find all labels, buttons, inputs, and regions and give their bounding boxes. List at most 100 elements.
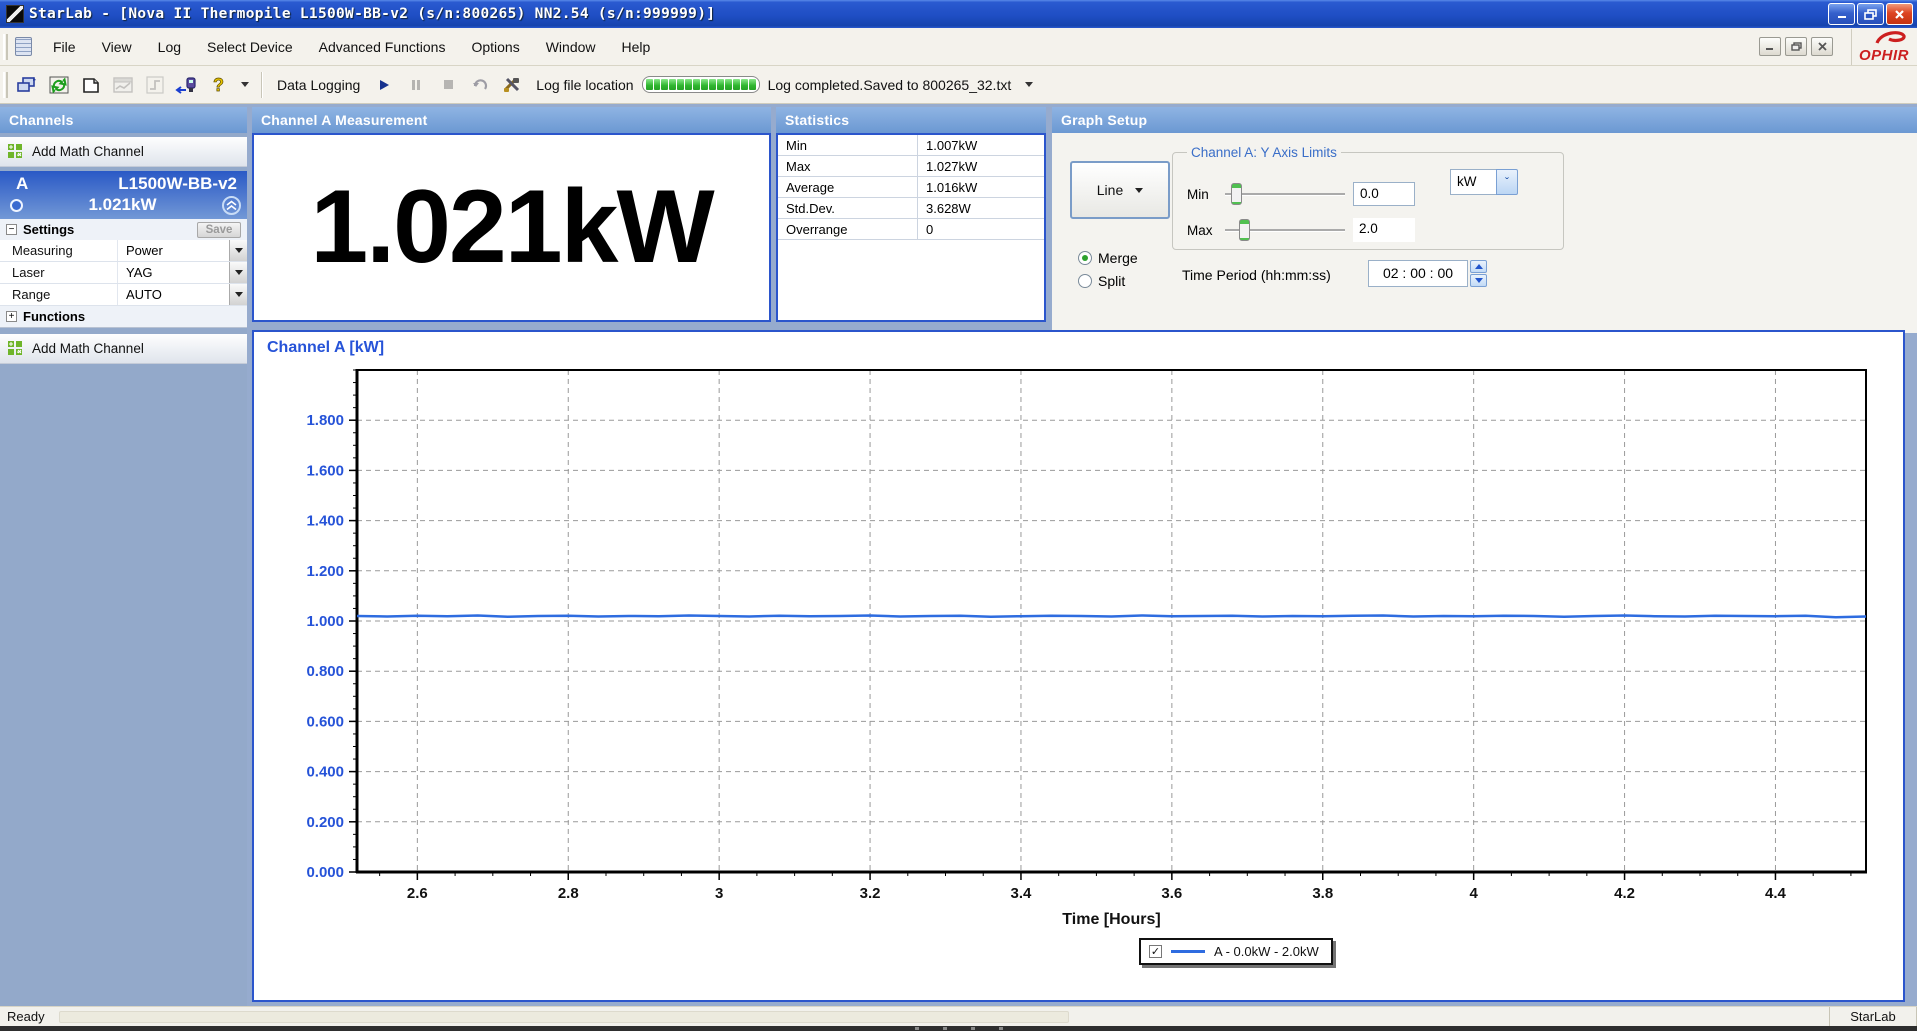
- refresh-icon[interactable]: [44, 71, 74, 99]
- measurement-panel: Channel A Measurement 1.021kW: [252, 107, 771, 322]
- y-axis-limits-fieldset: Channel A: Y Axis Limits Min 0.0 Max 2.0: [1172, 145, 1564, 250]
- menu-select-device[interactable]: Select Device: [194, 34, 306, 60]
- log-play-icon[interactable]: [369, 71, 399, 99]
- channels-panel: Channels Add Math Channel A L1500W-BB-v2…: [0, 107, 247, 1006]
- menu-help[interactable]: Help: [609, 34, 664, 60]
- menubar-grip: [3, 33, 8, 60]
- log-settings-icon[interactable]: [497, 71, 527, 99]
- close-button[interactable]: [1886, 3, 1913, 25]
- svg-text:0.200: 0.200: [306, 814, 344, 831]
- log-progress-bar: [641, 76, 760, 93]
- svg-text:0.000: 0.000: [306, 864, 344, 881]
- menu-advanced-functions[interactable]: Advanced Functions: [306, 34, 459, 60]
- ophir-swoosh-icon: [1875, 30, 1906, 44]
- connect-device-icon[interactable]: [172, 71, 202, 99]
- toolbar-separator: [261, 71, 263, 98]
- status-bar: Ready StarLab: [0, 1006, 1917, 1027]
- log-pause-icon[interactable]: [401, 71, 431, 99]
- status-groove: [58, 1010, 1069, 1023]
- add-math-channel-button-2[interactable]: Add Math Channel: [0, 334, 247, 364]
- time-period-spinner[interactable]: [1470, 260, 1487, 287]
- legend-label: A - 0.0kW - 2.0kW: [1214, 944, 1319, 959]
- svg-text:4.4: 4.4: [1765, 885, 1787, 902]
- functions-title: Functions: [23, 309, 86, 324]
- log-stop-icon[interactable]: [433, 71, 463, 99]
- add-math-channel-button[interactable]: Add Math Channel: [0, 137, 247, 167]
- add-math-channel-label: Add Math Channel: [32, 144, 144, 159]
- help-icon[interactable]: ?: [204, 71, 234, 99]
- unit-select-value[interactable]: kW: [1450, 169, 1496, 195]
- measuring-dropdown-button[interactable]: [229, 240, 247, 261]
- y-max-input[interactable]: 2.0: [1353, 218, 1415, 242]
- channel-select-radio[interactable]: [10, 198, 23, 212]
- channel-a-card[interactable]: A L1500W-BB-v2 1.021kW: [0, 171, 247, 219]
- collapse-box-icon[interactable]: −: [6, 224, 17, 235]
- svg-text:3.8: 3.8: [1312, 885, 1333, 902]
- spinner-up-icon[interactable]: [1470, 260, 1487, 273]
- svg-text:0.600: 0.600: [306, 713, 344, 730]
- title-bar: StarLab - [Nova II Thermopile L1500W-BB-…: [0, 0, 1917, 28]
- menu-window[interactable]: Window: [533, 34, 609, 60]
- child-close-button[interactable]: [1811, 37, 1833, 56]
- spinner-down-icon[interactable]: [1470, 274, 1487, 287]
- svg-text:4: 4: [1469, 885, 1478, 902]
- child-restore-button[interactable]: [1785, 37, 1807, 56]
- menu-view[interactable]: View: [89, 34, 145, 60]
- split-radio-circle[interactable]: [1078, 274, 1092, 288]
- channel-settings-block: − Settings Save Measuring Power Laser YA…: [0, 219, 247, 328]
- svg-text:0.400: 0.400: [306, 764, 344, 781]
- log-status-text: Log completed.Saved to 800265_32.txt: [767, 76, 1012, 93]
- functions-section-row[interactable]: + Functions: [0, 306, 247, 327]
- channels-header: Channels: [0, 107, 247, 133]
- legend-checkbox[interactable]: ✓: [1149, 945, 1162, 958]
- graph-setup-header: Graph Setup: [1052, 107, 1917, 133]
- new-document-icon[interactable]: [76, 71, 106, 99]
- table-row: Max 1.027kW: [778, 156, 1044, 177]
- unit-select-chevron-icon[interactable]: ˇ: [1496, 169, 1518, 195]
- chart-legend[interactable]: ✓ A - 0.0kW - 2.0kW: [1139, 938, 1333, 965]
- y-min-slider[interactable]: [1225, 183, 1345, 205]
- chevron-down-icon: [1135, 187, 1144, 193]
- log-status-caret[interactable]: [1025, 82, 1034, 87]
- expand-box-icon[interactable]: +: [6, 311, 17, 322]
- log-reset-icon[interactable]: [465, 71, 495, 99]
- statistics-header: Statistics: [776, 107, 1046, 133]
- table-row: Average 1.016kW: [778, 177, 1044, 198]
- collapse-chevron-icon[interactable]: [222, 195, 241, 215]
- cascade-windows-icon[interactable]: [12, 71, 42, 99]
- step-function-icon[interactable]: [140, 71, 170, 99]
- y-min-label: Min: [1187, 186, 1209, 202]
- ophir-logo: OPHIR: [1851, 28, 1913, 65]
- svg-text:4.2: 4.2: [1614, 885, 1635, 902]
- chart-icon[interactable]: [108, 71, 138, 99]
- merge-radio-circle[interactable]: [1078, 251, 1092, 265]
- menu-file[interactable]: File: [40, 34, 89, 60]
- settings-title: Settings: [23, 222, 75, 237]
- save-button[interactable]: Save: [197, 221, 241, 238]
- menu-options[interactable]: Options: [458, 34, 532, 60]
- minimize-button[interactable]: [1828, 3, 1855, 25]
- line-type-dropdown[interactable]: Line: [1070, 161, 1170, 219]
- window-title: StarLab - [Nova II Thermopile L1500W-BB-…: [29, 6, 716, 22]
- settings-section-row[interactable]: − Settings Save: [0, 219, 247, 240]
- svg-text:1.600: 1.600: [306, 462, 344, 479]
- y-max-slider[interactable]: [1225, 219, 1345, 241]
- menu-log[interactable]: Log: [145, 34, 194, 60]
- add-math-channel-icon-2: [8, 341, 22, 355]
- range-dropdown-button[interactable]: [229, 284, 247, 305]
- y-min-input[interactable]: 0.0: [1353, 182, 1415, 206]
- laser-dropdown-button[interactable]: [229, 262, 247, 283]
- svg-text:3.2: 3.2: [860, 885, 881, 902]
- toolbar-overflow-caret[interactable]: [241, 82, 249, 87]
- time-period-input[interactable]: 02 : 00 : 00: [1368, 260, 1468, 287]
- svg-text:2.6: 2.6: [407, 885, 428, 902]
- split-radio[interactable]: Split: [1078, 273, 1125, 289]
- merge-radio[interactable]: Merge: [1078, 250, 1138, 266]
- channel-id: A: [16, 174, 29, 193]
- status-app-name: StarLab: [1829, 1006, 1917, 1027]
- status-text: Ready: [7, 1009, 45, 1024]
- mdi-child-icon[interactable]: [15, 37, 32, 56]
- child-minimize-button[interactable]: [1759, 37, 1781, 56]
- setting-row-measuring: Measuring Power: [0, 240, 247, 262]
- restore-button[interactable]: [1857, 3, 1884, 25]
